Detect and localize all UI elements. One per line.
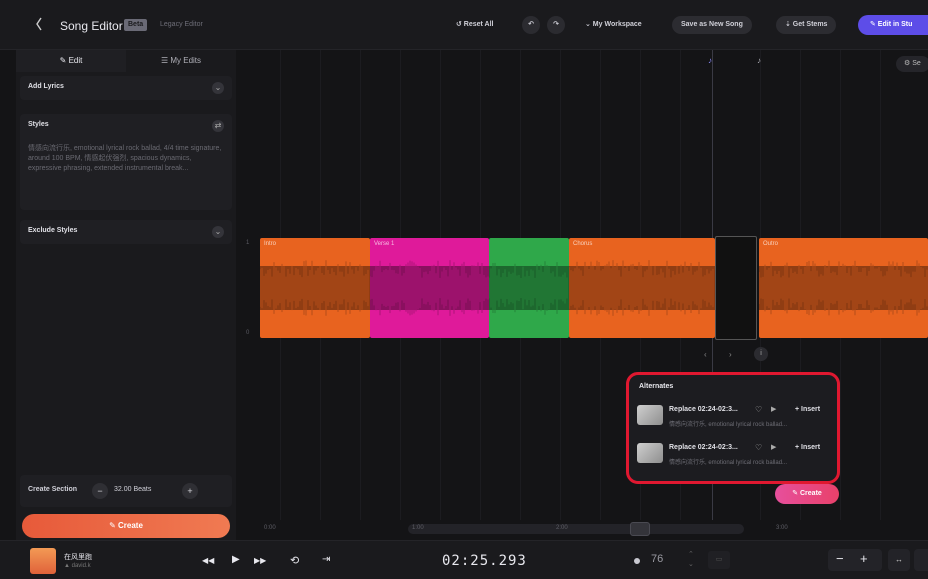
- zoom-in-button[interactable]: +: [860, 551, 868, 566]
- reset-all-button[interactable]: ↺ Reset All: [456, 16, 494, 34]
- waveform-graphic: [370, 238, 489, 338]
- exclude-styles-label: Exclude Styles: [28, 227, 78, 234]
- styles-section[interactable]: Styles ⇄ 情感向流行乐, emotional lyrical rock …: [20, 114, 232, 210]
- top-bar: Song Editor Beta Legacy Editor ↺ Reset A…: [0, 0, 928, 50]
- waveform-clip[interactable]: Intro: [260, 238, 370, 338]
- timecode-display: 02:25.293: [442, 553, 527, 569]
- alternate-item[interactable]: Replace 02:24-02:3... ♡ ▶ + Insert 情感向流行…: [637, 401, 833, 435]
- player-bar: 在风里跑 ▲ david.k ◀◀ ▶ ▶▶ ⟲ ⇥ 02:25.293 76 …: [0, 540, 928, 579]
- play-icon[interactable]: ▶: [771, 405, 776, 413]
- play-button[interactable]: ▶: [232, 554, 240, 565]
- waveform-graphic: [260, 238, 370, 338]
- alternate-description: 情感向流行乐, emotional lyrical rock ballad...: [669, 460, 788, 466]
- play-icon[interactable]: ▶: [771, 443, 776, 451]
- insert-button[interactable]: + Insert: [795, 444, 820, 451]
- chevron-down-icon[interactable]: ⌄: [212, 82, 224, 94]
- create-section-label: Create Section: [28, 486, 78, 493]
- timeline-label: 2:00: [556, 525, 568, 531]
- waveform-graphic: [489, 238, 569, 338]
- waveform-clip[interactable]: [489, 238, 569, 338]
- loop-region-button[interactable]: ▭: [708, 551, 730, 569]
- timeline-scroll-handle[interactable]: [630, 522, 650, 536]
- clip-label: Verse 1: [374, 241, 395, 247]
- alternate-thumbnail: [637, 443, 663, 463]
- alternate-name: Replace 02:24-02:3...: [669, 444, 738, 451]
- track-ruler-top: 1: [246, 240, 250, 246]
- zoom-out-button[interactable]: −: [836, 551, 844, 566]
- create-alternate-button[interactable]: ✎ Create: [775, 484, 839, 504]
- save-as-new-song-button[interactable]: Save as New Song: [672, 16, 752, 34]
- rewind-button[interactable]: ◀◀: [202, 556, 214, 565]
- waveform-graphic: [569, 238, 715, 338]
- section-length-value[interactable]: 32.00 Beats: [114, 486, 151, 493]
- redo-button[interactable]: ↷: [547, 16, 565, 34]
- shuffle-icon[interactable]: ⇄: [212, 120, 224, 132]
- clip-label: Outro: [763, 241, 779, 247]
- edit-in-studio-button[interactable]: ✎ Edit in Stu: [858, 15, 928, 35]
- bpm-value[interactable]: 76: [651, 553, 663, 565]
- waveform-clip[interactable]: Chorus: [569, 238, 715, 338]
- song-name[interactable]: 在风里跑: [64, 552, 92, 562]
- next-alternate-button[interactable]: ›: [729, 350, 732, 359]
- more-options-button[interactable]: [914, 549, 928, 571]
- alternate-description: 情感向流行乐, emotional lyrical rock ballad...: [669, 422, 788, 428]
- waveform-clip[interactable]: Outro: [759, 238, 928, 338]
- song-artist[interactable]: ▲ david.k: [64, 563, 91, 569]
- clip-label: Intro: [264, 241, 277, 247]
- track-ruler-bottom: 0: [246, 330, 250, 336]
- styles-label: Styles: [28, 121, 49, 128]
- undo-button[interactable]: ↶: [522, 16, 540, 34]
- styles-textarea[interactable]: 情感向流行乐, emotional lyrical rock ballad, 4…: [28, 144, 224, 174]
- app-title: Song Editor: [60, 19, 123, 33]
- beta-badge: Beta: [124, 19, 148, 31]
- editor-settings-button[interactable]: ⚙ Se: [896, 56, 928, 72]
- alternates-popup: Alternates Replace 02:24-02:3... ♡ ▶ + I…: [626, 372, 840, 484]
- heart-icon[interactable]: ♡: [755, 443, 762, 452]
- create-button[interactable]: ✎ Create: [22, 514, 230, 538]
- waveform-clip[interactable]: Verse 1: [370, 238, 489, 338]
- tab-edit[interactable]: ✎ Edit: [16, 50, 126, 72]
- add-lyrics-label: Add Lyrics: [28, 83, 64, 90]
- skip-icon[interactable]: ⇥: [322, 554, 330, 565]
- decrease-length-button[interactable]: −: [92, 483, 108, 499]
- previous-alternate-button[interactable]: ‹: [704, 350, 707, 359]
- timeline-label: 0:00: [264, 525, 276, 531]
- alternate-item[interactable]: Replace 02:24-02:3... ♡ ▶ + Insert 情感向流行…: [637, 439, 833, 473]
- chevron-down-icon[interactable]: ⌄: [212, 226, 224, 238]
- workspace-dropdown[interactable]: ⌄ My Workspace: [585, 16, 642, 34]
- alternate-name: Replace 02:24-02:3...: [669, 406, 738, 413]
- timeline-label: 1:00: [412, 525, 424, 531]
- increase-length-button[interactable]: +: [182, 483, 198, 499]
- alternate-thumbnail: [637, 405, 663, 425]
- add-lyrics-section[interactable]: Add Lyrics ⌄: [20, 76, 232, 100]
- timeline-label: 3:00: [776, 525, 788, 531]
- waveform-editor[interactable]: ♪ ♪ ⚙ Se 1 0 Intro Verse 1 Chorus Outro …: [240, 50, 928, 540]
- exclude-styles-section[interactable]: Exclude Styles ⌄: [20, 220, 232, 244]
- insert-button[interactable]: + Insert: [795, 406, 820, 413]
- bpm-stepper[interactable]: ⌃ ⌄: [688, 550, 694, 570]
- legacy-editor-link[interactable]: Legacy Editor: [160, 21, 203, 28]
- get-stems-button[interactable]: ⇣ Get Stems: [776, 16, 837, 34]
- back-icon[interactable]: [36, 17, 42, 31]
- waveform-graphic: [759, 238, 928, 338]
- fit-to-view-button[interactable]: ↔: [888, 549, 910, 571]
- left-panel: ✎ Edit ☰ My Edits Add Lyrics ⌄ Styles ⇄ …: [16, 50, 236, 540]
- alternates-title: Alternates: [639, 383, 674, 390]
- selection-end-marker[interactable]: ♪: [757, 56, 761, 65]
- heart-icon[interactable]: ♡: [755, 405, 762, 414]
- song-cover[interactable]: [30, 548, 56, 574]
- metronome-dot[interactable]: [634, 558, 640, 564]
- timeline-scrollbar[interactable]: [408, 524, 744, 534]
- selection-start-marker[interactable]: ♪: [708, 56, 712, 65]
- tab-my-edits[interactable]: ☰ My Edits: [126, 50, 236, 72]
- create-section-row: Create Section − 32.00 Beats +: [20, 475, 232, 507]
- loop-button[interactable]: ⟲: [290, 554, 299, 567]
- selected-replace-region[interactable]: [715, 236, 757, 340]
- clip-label: Chorus: [573, 241, 593, 247]
- info-icon[interactable]: i: [754, 347, 768, 361]
- fast-forward-button[interactable]: ▶▶: [254, 556, 266, 565]
